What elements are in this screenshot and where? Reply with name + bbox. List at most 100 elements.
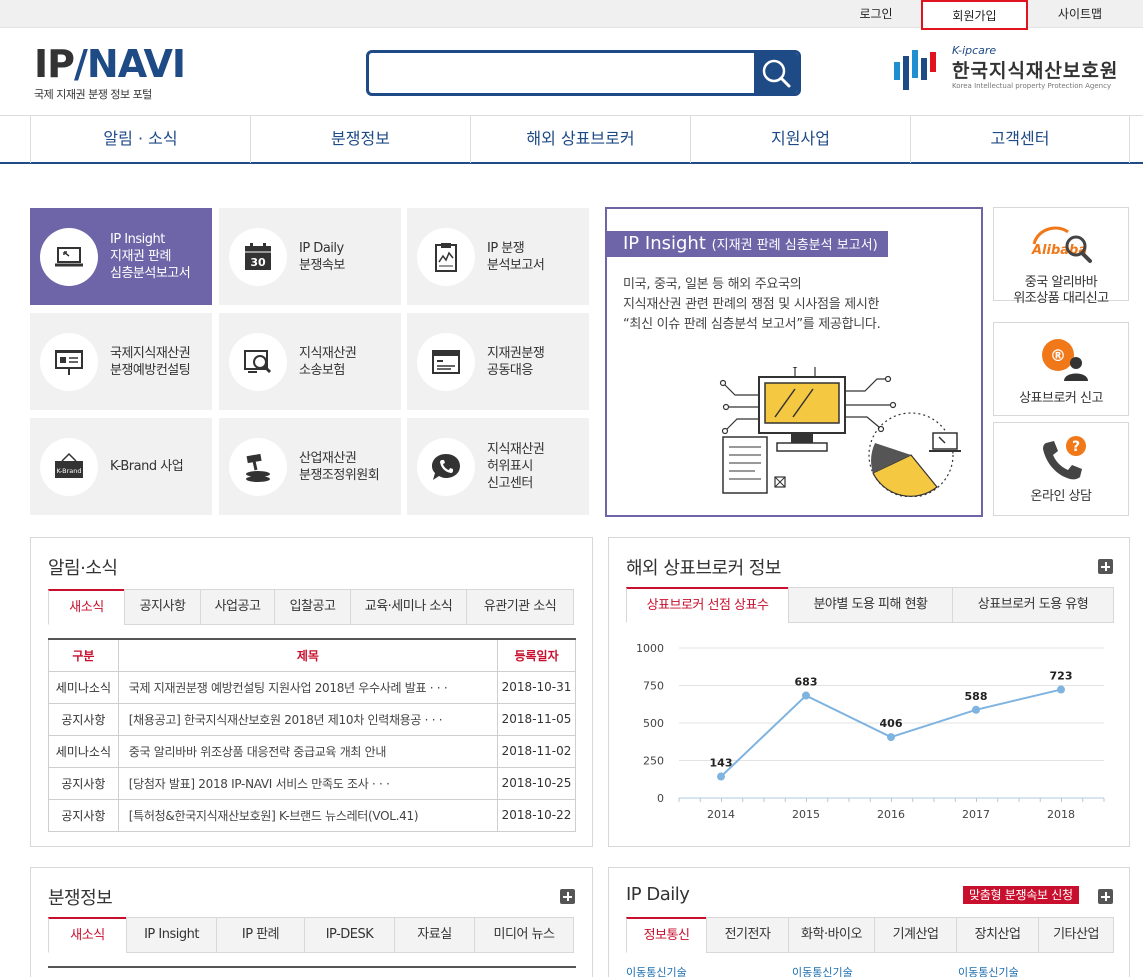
- tile-icon-circle: [417, 333, 475, 391]
- column-header: 등록일자: [497, 638, 576, 672]
- tile-ip-dispute-report[interactable]: IP 분쟁 분석보고서: [407, 208, 589, 305]
- kipo-bars-icon: [894, 50, 936, 90]
- tile-label: 지식재산권 허위표시 신고센터: [487, 442, 545, 491]
- kipo-logo[interactable]: K-ipcare 한국지식재산보호원 Korea Intellectual pr…: [894, 44, 1134, 94]
- tab-dispute-insight[interactable]: IP Insight: [126, 917, 216, 953]
- row-title-link[interactable]: [특허청&한국지식재산보호원] K-브랜드 뉴스레터(VOL.41): [117, 798, 499, 832]
- sitemap-link[interactable]: 사이트맵: [1040, 0, 1120, 30]
- join-link[interactable]: 회원가입: [921, 0, 1028, 30]
- row-title-link[interactable]: 중국 알리바바 위조상품 대응전략 중급교육 개최 안내: [117, 734, 499, 768]
- tab-dispute-media[interactable]: 미디어 뉴스: [474, 917, 574, 953]
- search-input[interactable]: [369, 53, 757, 93]
- daily-subcategory[interactable]: 이동통신기술: [626, 964, 687, 977]
- tile-false-mark-report[interactable]: 지식재산권 허위표시 신고센터: [407, 418, 589, 515]
- dispute-more-plus-icon[interactable]: [560, 889, 575, 904]
- tile-k-brand[interactable]: K-Brand K-Brand 사업: [30, 418, 212, 515]
- tab-daily-machine[interactable]: 기계산업: [874, 917, 956, 953]
- ip-navi-logo[interactable]: IP/NAVI 국제 지재권 분쟁 정보 포털: [34, 42, 186, 104]
- alibaba-magnifier-icon: Alibaba: [1031, 226, 1092, 263]
- table-row[interactable]: 공지사항 [채용공고] 한국지식재산보호원 2018년 제10차 인력채용공 ·…: [48, 702, 576, 736]
- row-date: 2018-10-22: [497, 798, 576, 832]
- ip-daily-panel: IP Daily 맞춤형 분쟁속보 신청 정보통신 전기전자 화학·바이오 기계…: [608, 867, 1130, 977]
- daily-subcategory[interactable]: 이동통신기술: [792, 964, 853, 977]
- sidebox-label: 중국 알리바바 위조상품 대리신고: [1013, 275, 1109, 306]
- x-tick-label: 2015: [792, 808, 820, 821]
- tab-daily-device[interactable]: 장치산업: [956, 917, 1038, 953]
- tile-insurance[interactable]: 지식재산권 소송보험: [219, 313, 401, 410]
- daily-tabs: 정보통신 전기전자 화학·바이오 기계산업 장치산업 기타산업: [626, 917, 1114, 953]
- nav-item-support[interactable]: 지원사업: [690, 116, 910, 163]
- tab-daily-ict[interactable]: 정보통신: [626, 917, 706, 953]
- tile-joint-response[interactable]: 지재권분쟁 공동대응: [407, 313, 589, 410]
- y-tick-label: 0: [657, 792, 664, 805]
- row-title-link[interactable]: [채용공고] 한국지식재산보호원 2018년 제10차 인력채용공 · · ·: [117, 702, 499, 736]
- table-row[interactable]: 공지사항 [당첨자 발표] 2018 IP-NAVI 서비스 만족도 조사 · …: [48, 766, 576, 800]
- tile-ip-daily[interactable]: 30 IP Daily 분쟁속보: [219, 208, 401, 305]
- phone-question-icon: ?: [1043, 436, 1086, 480]
- data-label: 723: [1050, 670, 1073, 683]
- custom-alert-signup-button[interactable]: 맞춤형 분쟁속보 신청: [963, 886, 1079, 904]
- logo-mark: IP/NAVI: [34, 42, 186, 86]
- tab-news-related[interactable]: 유관기관 소식: [466, 589, 574, 625]
- alibaba-report-box[interactable]: Alibaba 중국 알리바바 위조상품 대리신고: [993, 207, 1129, 306]
- tab-dispute-archive[interactable]: 자료실: [394, 917, 474, 953]
- table-row[interactable]: 세미나소식 중국 알리바바 위조상품 대응전략 중급교육 개최 안내 2018-…: [48, 734, 576, 768]
- nav-item-dispute[interactable]: 분쟁정보: [250, 116, 470, 163]
- dispute-panel-title: 분쟁정보: [48, 888, 113, 909]
- y-tick-label: 250: [643, 755, 664, 768]
- kipo-name: 한국지식재산보호원: [952, 60, 1119, 82]
- tile-icon-circle: K-Brand: [40, 438, 98, 496]
- daily-subcategory[interactable]: 이동통신기술: [958, 964, 1019, 977]
- table-row[interactable]: 공지사항 [특허청&한국지식재산보호원] K-브랜드 뉴스레터(VOL.41) …: [48, 798, 576, 832]
- data-point: [887, 733, 895, 742]
- tab-news-bidding[interactable]: 입찰공고: [274, 589, 350, 625]
- tile-label: 국제지식재산권 분쟁예방컨설팅: [110, 345, 191, 378]
- online-consulting-box[interactable]: ? 온라인 상담: [993, 422, 1129, 516]
- tile-consulting[interactable]: 국제지식재산권 분쟁예방컨설팅: [30, 313, 212, 410]
- tab-dispute-ipdesk[interactable]: IP-DESK: [304, 917, 394, 953]
- data-point: [717, 772, 725, 781]
- tile-icon-circle: [229, 438, 287, 496]
- row-title-link[interactable]: 국제 지재권분쟁 예방컨설팅 지원사업 2018년 우수사례 발표 · · ·: [117, 670, 499, 704]
- tab-news-notice[interactable]: 공지사항: [124, 589, 200, 625]
- tile-ip-insight[interactable]: IP Insight 지재권 판례 심층분석보고서: [30, 208, 212, 305]
- dispute-table-top-border: [48, 966, 576, 968]
- nav-item-trademark-broker[interactable]: 해외 상표브로커: [470, 116, 690, 163]
- search-button[interactable]: [754, 53, 798, 93]
- tab-news-business[interactable]: 사업공고: [200, 589, 274, 625]
- tab-dispute-precedent[interactable]: IP 판례: [216, 917, 304, 953]
- dispute-panel: 분쟁정보 새소식 IP Insight IP 판례 IP-DESK 자료실 미디…: [30, 867, 593, 977]
- tab-news-seminar[interactable]: 교육·세미나 소식: [350, 589, 466, 625]
- y-tick-label: 500: [643, 717, 664, 730]
- logo-navi-text: /: [74, 42, 88, 86]
- table-row[interactable]: 세미나소식 국제 지재권분쟁 예방컨설팅 지원사업 2018년 우수사례 발표 …: [48, 670, 576, 704]
- presentation-board-icon: [55, 350, 83, 375]
- row-category: 공지사항: [48, 702, 119, 736]
- trademark-broker-report-box[interactable]: ® 상표브로커 신고: [993, 322, 1129, 416]
- row-date: 2018-11-02: [497, 734, 576, 768]
- tab-daily-chem-bio[interactable]: 화학·바이오: [788, 917, 874, 953]
- nav-item-news[interactable]: 알림 · 소식: [30, 116, 250, 163]
- nav-item-customer-center[interactable]: 고객센터: [910, 116, 1130, 163]
- ip-insight-banner[interactable]: IP Insight (지재권 판례 심층분석 보고서) 미국, 중국, 일본 …: [605, 207, 983, 517]
- dispute-tabs: 새소식 IP Insight IP 판례 IP-DESK 자료실 미디어 뉴스: [48, 917, 574, 953]
- broker-line-chart: 1000 750 500 250 0 2014 2015 2016 2017 2018 143 683…: [636, 642, 1105, 821]
- column-header: 제목: [117, 638, 499, 672]
- tile-label: IP 분쟁 분석보고서: [487, 240, 545, 273]
- search-icon: [762, 59, 791, 88]
- tab-daily-electric[interactable]: 전기전자: [706, 917, 788, 953]
- data-label: 683: [795, 676, 818, 689]
- table-header-row: 구분 제목 등록일자: [48, 638, 576, 672]
- tile-mediation-committee[interactable]: 산업재산권 분쟁조정위원회: [219, 418, 401, 515]
- daily-more-plus-icon[interactable]: [1098, 889, 1113, 904]
- tab-dispute-new[interactable]: 새소식: [48, 917, 126, 953]
- x-tick-label: 2017: [962, 808, 990, 821]
- row-title-link[interactable]: [당첨자 발표] 2018 IP-NAVI 서비스 만족도 조사 · · ·: [117, 766, 499, 800]
- tab-daily-other[interactable]: 기타산업: [1038, 917, 1114, 953]
- data-point: [802, 691, 810, 700]
- laptop-icon: [55, 247, 83, 267]
- sidebox-label: 온라인 상담: [1030, 489, 1092, 504]
- svg-text:?: ?: [1072, 439, 1080, 455]
- login-link[interactable]: 로그인: [840, 0, 912, 30]
- tab-news-new[interactable]: 새소식: [48, 589, 124, 625]
